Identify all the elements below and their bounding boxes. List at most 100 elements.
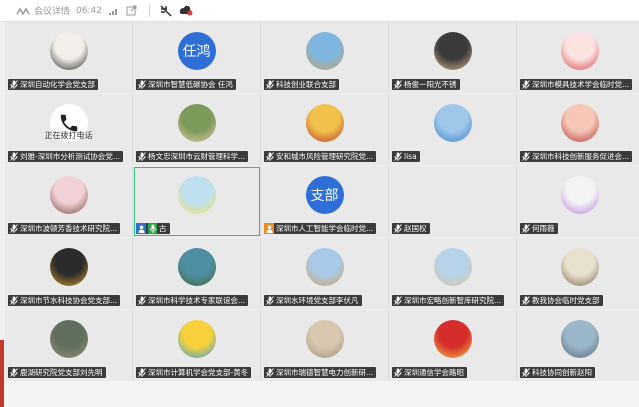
mic-on-icon[interactable] (148, 223, 157, 234)
mic-muted-icon[interactable] (137, 152, 146, 161)
participant-tile[interactable]: 科技创业联合支部 (261, 22, 389, 93)
mic-muted-icon[interactable] (9, 152, 18, 161)
participant-tile[interactable]: 教我协会临时党支部 (517, 238, 639, 309)
mic-muted-icon[interactable] (9, 368, 18, 377)
photo-anime-cat-icon (560, 176, 599, 214)
photo-emoji-icon (177, 320, 216, 358)
participant-tile[interactable]: 深圳市模具技术学会临时党... (517, 22, 639, 93)
participant-tile[interactable]: 支部 深圳市人工智能学会临时党... (261, 166, 389, 237)
participant-name-tag: 安和城市风险管理研究院党... (264, 151, 377, 162)
participant-name-tag: 赵国权 (392, 223, 430, 234)
mic-muted-icon[interactable] (137, 296, 146, 305)
participant-name-tag: 深圳市计算机学会党支部-黄冬 (136, 367, 252, 378)
participant-tile[interactable]: 深圳市宏略创新智库研究院... (389, 238, 517, 309)
cloud-record-icon[interactable] (179, 5, 193, 16)
mic-muted-icon[interactable] (521, 296, 530, 305)
mic-muted-icon[interactable] (265, 296, 274, 305)
participant-name-tag: 杨俊一阳光不锈 (392, 79, 460, 90)
participant-name: 科技协同创新赵阳 (532, 368, 592, 377)
participant-tile[interactable]: 正在拨打电话刘雅-深圳市分析测试协会党... (5, 94, 133, 165)
participant-name-tag: 深圳市科学技术专家联谊会... (136, 295, 249, 306)
mic-muted-icon[interactable] (9, 224, 18, 233)
participant-tile[interactable]: lisa (389, 94, 517, 165)
photo-cartoon-girl-icon (560, 32, 599, 70)
mic-muted-icon[interactable] (521, 152, 530, 161)
photo-man-icon (177, 104, 216, 142)
participant-name-tag: 深圳市智慧低碳协会 任鸿 (136, 79, 236, 90)
participant-tile[interactable]: 深圳水环境党支部李伏凡 (261, 238, 389, 309)
participant-name: 何雨薇 (532, 224, 555, 233)
photo-sea-sky-icon (305, 32, 344, 70)
mic-muted-icon[interactable] (393, 224, 402, 233)
participant-tile[interactable]: 深圳市科学技术专家联谊会... (133, 238, 261, 309)
participant-name: 深圳市瑞德智慧电力创新研... (276, 368, 374, 377)
participant-name-tag: 杨文忠深圳市云财管理科学... (136, 151, 249, 162)
mic-muted-icon[interactable] (265, 152, 274, 161)
photo-field-icon (305, 248, 344, 286)
participant-tile[interactable]: 深圳市科技创新服务促进会... (517, 94, 639, 165)
photo-woman-pink-icon (49, 176, 88, 214)
mic-muted-icon[interactable] (137, 368, 146, 377)
mic-muted-icon[interactable] (265, 368, 274, 377)
participant-tile[interactable]: 古 (133, 166, 261, 237)
photo-bird-icon (433, 104, 472, 142)
mic-muted-icon[interactable] (265, 80, 274, 89)
photo-girl-bob-icon (49, 32, 88, 70)
participant-name-tag: 教我协会临时党支部 (520, 295, 603, 306)
participant-tile[interactable]: 赵国权 (389, 166, 517, 237)
mic-muted-icon[interactable] (393, 368, 402, 377)
participant-tile[interactable]: 深圳市计算机学会党支部-黄冬 (133, 310, 261, 381)
participant-name: 深圳通信学会路昭 (404, 368, 464, 377)
mic-muted-icon[interactable] (9, 80, 18, 89)
participant-name-tag: 深圳通信学会路昭 (392, 367, 467, 378)
mic-muted-icon[interactable] (9, 296, 18, 305)
participant-tile[interactable]: 深圳自动化学会党支部 (5, 22, 133, 93)
participant-tile[interactable]: 何雨薇 (517, 166, 639, 237)
participant-tile[interactable]: 杨文忠深圳市云财管理科学... (133, 94, 261, 165)
divider (148, 4, 150, 17)
photo-road-icon (49, 320, 88, 358)
participant-name: 深圳市科技创新服务促进会... (532, 152, 630, 161)
mic-muted-icon[interactable] (521, 80, 530, 89)
participant-tile[interactable]: 杨俊一阳光不锈 (389, 22, 517, 93)
participant-tile[interactable]: 深圳市节水科技协会党支部... (5, 238, 133, 309)
participant-name-tag: 深圳水环境党支部李伏凡 (264, 295, 362, 306)
participant-tile[interactable]: 鹿湖研究院党支部刘先明 (5, 310, 133, 381)
mic-muted-icon[interactable] (521, 224, 530, 233)
participant-tile[interactable]: 深圳市瑞德智慧电力创新研... (261, 310, 389, 381)
photo-airplane-icon (560, 320, 599, 358)
mic-muted-icon[interactable] (137, 80, 146, 89)
participant-name-tag: 鹿湖研究院党支部刘先明 (8, 367, 106, 378)
participant-tile[interactable]: 任鸿 深圳市智慧低碳协会 任鸿 (133, 22, 261, 93)
mic-muted-icon[interactable] (521, 368, 530, 377)
participant-tile[interactable]: 科技协同创新赵阳 (517, 310, 639, 381)
participant-name-tag: 深圳市波顿芳香技术研究院... (8, 223, 121, 234)
mic-muted-icon[interactable] (393, 80, 402, 89)
grid-view-icon[interactable] (160, 4, 172, 17)
participant-name-tag: 深圳市节水科技协会党支部... (8, 295, 121, 306)
participant-name: 深圳市节水科技协会党支部... (20, 296, 118, 305)
participant-name: 杨俊一阳光不锈 (404, 80, 457, 89)
photo-haze-icon (305, 320, 344, 358)
photo-gym-icon (433, 32, 472, 70)
participant-tile[interactable]: 深圳通信学会路昭 (389, 310, 517, 381)
participant-name: 深圳水环境党支部李伏凡 (276, 296, 359, 305)
side-indicator (0, 340, 4, 407)
photo-new-year-icon (433, 320, 472, 358)
photo-beach-icon (433, 248, 472, 286)
participant-tile[interactable]: 安和城市风险管理研究院党... (261, 94, 389, 165)
calling-status: 正在拨打电话 (44, 131, 93, 140)
mic-muted-icon[interactable] (393, 152, 402, 161)
participant-name: 刘雅-深圳市分析测试协会党... (20, 152, 120, 161)
avatar: 支部 (305, 176, 344, 214)
top-bar: 会议详情 06:42 (0, 0, 639, 22)
participant-name: 杨文忠深圳市云财管理科学... (148, 152, 246, 161)
meeting-info[interactable]: 会议详情 (16, 4, 70, 17)
meeting-duration: 06:42 (76, 5, 102, 16)
mic-muted-icon[interactable] (393, 296, 402, 305)
participant-name: 深圳市智慧低碳协会 任鸿 (148, 80, 233, 89)
external-link-icon[interactable] (126, 5, 137, 16)
participant-name: 深圳市计算机学会党支部-黄冬 (148, 368, 249, 377)
participant-tile[interactable]: 深圳市波顿芳香技术研究院... (5, 166, 133, 237)
participant-name: 深圳市科学技术专家联谊会... (148, 296, 246, 305)
